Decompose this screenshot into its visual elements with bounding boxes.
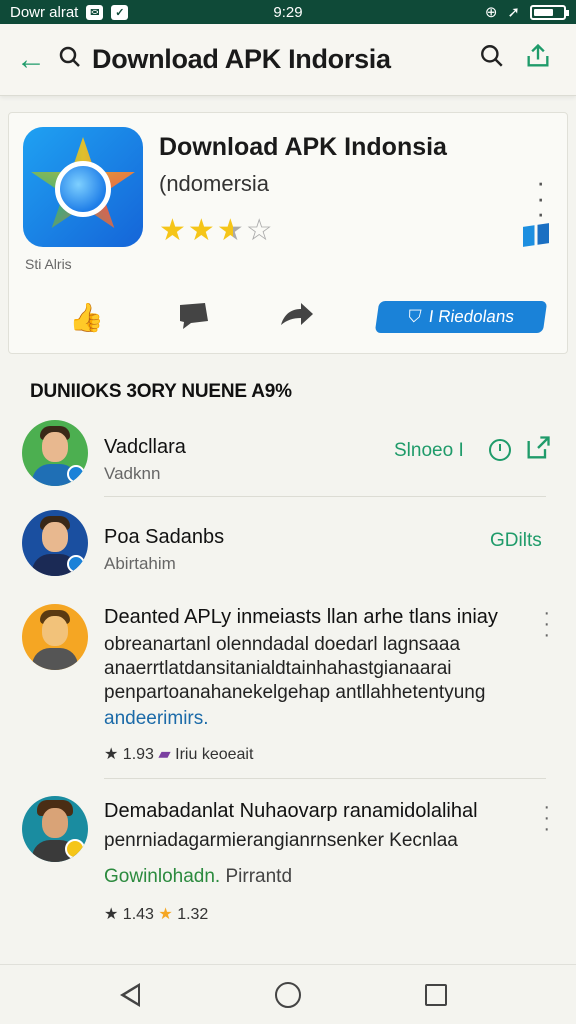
download-link[interactable]: Gowinlohadn.	[104, 866, 220, 887]
notification-app-icon: ✉	[86, 4, 104, 20]
review-rating: 1.43	[122, 906, 154, 923]
more-options-icon[interactable]: · · ·	[543, 797, 550, 839]
review-green-line: Gowinlohadn. Pirrantd	[104, 866, 292, 888]
gifts-link[interactable]: GDilts	[490, 530, 542, 552]
nav-home-icon[interactable]	[275, 982, 301, 1008]
coin-badge-icon	[65, 839, 85, 859]
avatar	[22, 604, 88, 670]
list-item[interactable]: Vadcllara Vadknn Slnoeo I	[0, 418, 576, 498]
star-icon: ★	[104, 906, 119, 923]
more-options-icon[interactable]: · · ·	[536, 169, 545, 226]
avatar	[22, 796, 88, 862]
open-external-icon[interactable]	[524, 434, 552, 468]
status-right: ⊕ ➚	[484, 3, 569, 21]
app-name: Download APK Indonsia	[159, 133, 447, 161]
page-title: Download APK Indorsia	[92, 44, 391, 74]
app-logo	[23, 127, 143, 247]
reviewer-subtitle: Abirtahim	[104, 554, 176, 573]
verified-badge-icon	[67, 465, 85, 483]
status-left: Dowr alrat ✉ ✓	[10, 4, 210, 21]
signal-icon: ➚	[507, 4, 520, 21]
nav-recents-icon[interactable]	[425, 984, 447, 1006]
reviewer-name: Poa Sadanbs	[104, 526, 225, 548]
reviewer-subtitle: Vadknn	[104, 464, 161, 483]
share-icon	[527, 43, 549, 67]
read-more-link[interactable]: andeerimirs.	[104, 708, 209, 730]
gold-star-icon: ★	[158, 906, 173, 923]
half-star-icon: ★	[216, 214, 246, 247]
review-text-line: obreanartanl olenndadal doedarl lagnsaaa	[104, 634, 461, 655]
status-bar: Dowr alrat ✉ ✓ 9:29 ⊕ ➚	[0, 0, 576, 24]
avatar	[22, 420, 88, 486]
battery-icon	[530, 4, 569, 20]
star-icon: ★	[104, 746, 119, 763]
review-rating: 1.93	[122, 746, 154, 763]
review-meta: ★ 1.43 ★ 1.32	[104, 904, 208, 924]
list-item[interactable]: Deanted APLy inmeiasts llan arhe tlans i…	[0, 600, 576, 770]
review-meta-text: 1.32	[177, 906, 209, 923]
app-caption: Sti Alris	[25, 256, 72, 272]
verified-badge-icon	[67, 555, 85, 573]
app-info-card: Sti Alris Download APK Indonsia (ndomers…	[8, 112, 568, 354]
thumbs-up-icon[interactable]: 👍	[69, 301, 104, 334]
review-green-suffix: Pirrantd	[225, 866, 293, 887]
divider	[104, 496, 546, 497]
list-item[interactable]: Demabadanlat Nuhaovarp ranamidolalihal ·…	[0, 794, 576, 934]
alarm-icon: ⊕	[484, 4, 498, 21]
system-nav-bar	[0, 964, 576, 1024]
install-button-label: I Riedolans	[427, 307, 516, 326]
search-icon	[58, 45, 92, 75]
flag-icon: ▰	[158, 746, 171, 763]
comment-icon[interactable]	[177, 301, 211, 338]
time-icon[interactable]	[488, 438, 516, 468]
list-item[interactable]: Poa Sadanbs Abirtahim GDilts	[0, 508, 576, 588]
divider	[104, 778, 546, 779]
share-button[interactable]	[514, 42, 562, 77]
review-meta: ★ 1.93 ▰ Iriu keoeait	[104, 744, 253, 764]
star-icon: ★	[159, 214, 188, 247]
notification-check-icon: ✓	[111, 4, 129, 20]
search-button[interactable]	[470, 43, 514, 76]
review-title: Demabadanlat Nuhaovarp ranamidolalihal	[104, 800, 478, 822]
status-left-text: Dowr alrat	[10, 3, 79, 21]
shield-icon: ⛉	[406, 307, 423, 326]
back-arrow-icon[interactable]: ←	[16, 43, 58, 77]
review-text-line: anaerrtlatdansitanialdtainhahastgianaara…	[104, 658, 452, 679]
share-arrow-icon[interactable]	[279, 301, 315, 338]
nav-back-icon[interactable]	[120, 983, 140, 1007]
bookmark-icon[interactable]	[523, 223, 549, 247]
top-app-bar: ← Download APK Indorsia	[0, 24, 576, 96]
follow-link[interactable]: Slnoeo I	[394, 440, 464, 462]
app-logo-circle	[55, 161, 111, 217]
review-text-line: penpartoanahanekelgehap antllahhetentyun…	[104, 682, 486, 703]
reviewer-name: Vadcllara	[104, 436, 186, 458]
install-button[interactable]: ⛉ I Riedolans	[374, 301, 548, 333]
star-icon: ★	[187, 214, 217, 247]
review-meta-text: Iriu keoeait	[175, 746, 254, 763]
avatar	[22, 510, 88, 576]
section-title: DUNIIOKS 3ORY NUENE A9%	[30, 381, 292, 402]
more-options-icon[interactable]: · · ·	[543, 603, 550, 645]
empty-star-icon: ☆	[245, 214, 275, 247]
app-developer: (ndomersia	[159, 171, 270, 196]
card-actions: 👍 ⛉ I Riedolans	[9, 297, 567, 341]
review-title: Deanted APLy inmeiasts llan arhe tlans i…	[104, 606, 498, 628]
review-text-line: penrniadagarmierangianrnsenker Kecnlaa	[104, 830, 458, 851]
rating-stars: ★★★☆	[159, 213, 275, 248]
